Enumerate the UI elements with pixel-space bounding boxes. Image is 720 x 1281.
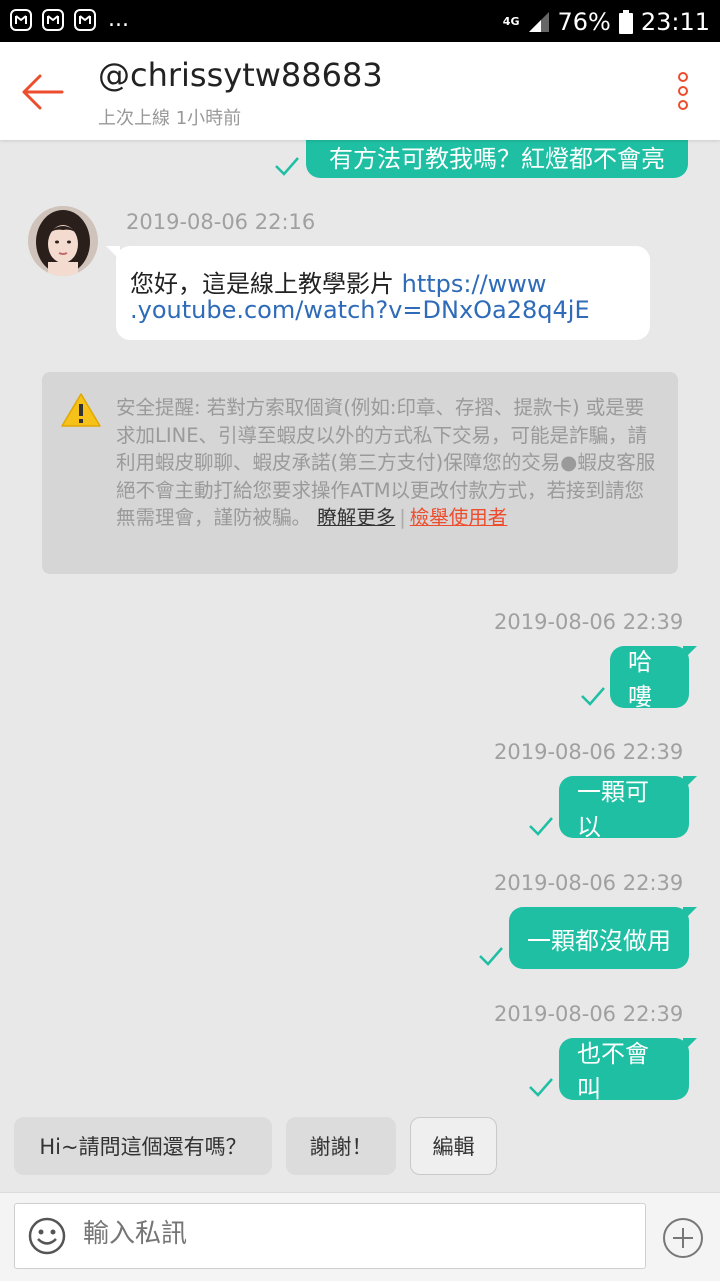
mi-notification-icon: [42, 9, 64, 31]
message-input[interactable]: [81, 1218, 625, 1250]
message-bubble-outgoing[interactable]: 有方法可教我嗎？紅燈都不會亮: [306, 140, 688, 178]
quick-reply-button[interactable]: 謝謝！: [286, 1117, 396, 1175]
notice-text: 安全提醒: 若對方索取個資(例如:印章、存摺、提款卡) 或是要求加LINE、引導…: [116, 394, 662, 532]
safety-notice: 安全提醒: 若對方索取個資(例如:印章、存摺、提款卡) 或是要求加LINE、引導…: [42, 372, 678, 574]
message-text: 也不會叫: [577, 1040, 649, 1103]
more-notifications: ...: [108, 7, 129, 32]
vertical-dots-icon[interactable]: [676, 72, 690, 112]
message-bubble-outgoing[interactable]: 一顆可以: [559, 776, 697, 841]
message-timestamp: 2019-08-06 22:39: [494, 740, 684, 764]
message-bubble-incoming[interactable]: 您好，這是線上教學影片 https://www .youtube.com/wat…: [106, 246, 650, 340]
message-text: 哈嘍: [628, 648, 652, 711]
check-icon: [479, 947, 503, 966]
message-bubble-outgoing[interactable]: 一顆都沒做用: [509, 907, 697, 969]
message-text: 有方法可教我嗎？紅燈都不會亮: [329, 144, 665, 173]
battery-percent: 76%: [557, 8, 611, 36]
status-bar: ... 4G 76% 23:11: [0, 0, 720, 42]
clock: 23:11: [640, 8, 710, 36]
status-left: ...: [10, 9, 129, 31]
chat-header: @chrissytw88683 上次上線 1小時前: [0, 42, 720, 140]
message-text: 您好，這是線上教學影片: [130, 270, 402, 298]
message-timestamp: 2019-08-06 22:39: [494, 1002, 684, 1026]
status-right: 4G 76% 23:11: [503, 8, 710, 36]
message-list[interactable]: 有方法可教我嗎？紅燈都不會亮 2019-08-06 22:16 您好，這是線上教…: [0, 140, 720, 1190]
check-icon: [529, 817, 553, 836]
arrow-left-icon[interactable]: [20, 72, 66, 112]
check-icon: [581, 687, 605, 706]
message-composer: [0, 1192, 720, 1281]
network-type: 4G: [502, 15, 520, 28]
warning-icon: [61, 393, 101, 427]
message-timestamp: 2019-08-06 22:16: [126, 210, 316, 234]
battery-icon: [618, 10, 633, 34]
quick-reply-label: Hi~請問這個還有嗎？: [39, 1135, 247, 1159]
learn-more-link[interactable]: 瞭解更多: [317, 506, 395, 529]
message-text: 一顆都沒做用: [527, 926, 671, 955]
edit-quick-replies-button[interactable]: 編輯: [410, 1117, 497, 1175]
avatar[interactable]: [28, 206, 98, 276]
message-link[interactable]: .youtube.com/watch?v=DNxOa28q4jE: [130, 296, 590, 324]
message-text: 一顆可以: [577, 778, 649, 841]
signal-icon: [529, 12, 550, 32]
add-attachment-icon[interactable]: [662, 1217, 704, 1259]
message-bubble-outgoing[interactable]: 哈嘍: [610, 646, 697, 711]
message-bubble-outgoing[interactable]: 也不會叫: [559, 1038, 697, 1103]
mi-notification-icon: [10, 9, 32, 31]
emoji-icon[interactable]: [27, 1216, 67, 1256]
last-online-status: 上次上線 1小時前: [98, 108, 242, 129]
report-user-link[interactable]: 檢舉使用者: [410, 506, 508, 529]
message-line: 您好，這是線上教學影片 https://www: [130, 264, 547, 299]
edit-label: 編輯: [432, 1135, 475, 1159]
quick-reply-label: 謝謝！: [309, 1135, 373, 1159]
mi-notification-icon: [74, 9, 96, 31]
check-icon: [529, 1078, 553, 1097]
message-link[interactable]: https://www: [402, 270, 547, 298]
message-timestamp: 2019-08-06 22:39: [494, 610, 684, 634]
separator: |: [399, 506, 406, 529]
message-input-box[interactable]: [14, 1203, 646, 1269]
chat-title: @chrissytw88683: [98, 56, 383, 94]
check-icon: [275, 157, 299, 176]
message-timestamp: 2019-08-06 22:39: [494, 871, 684, 895]
quick-reply-button[interactable]: Hi~請問這個還有嗎？: [14, 1117, 272, 1175]
